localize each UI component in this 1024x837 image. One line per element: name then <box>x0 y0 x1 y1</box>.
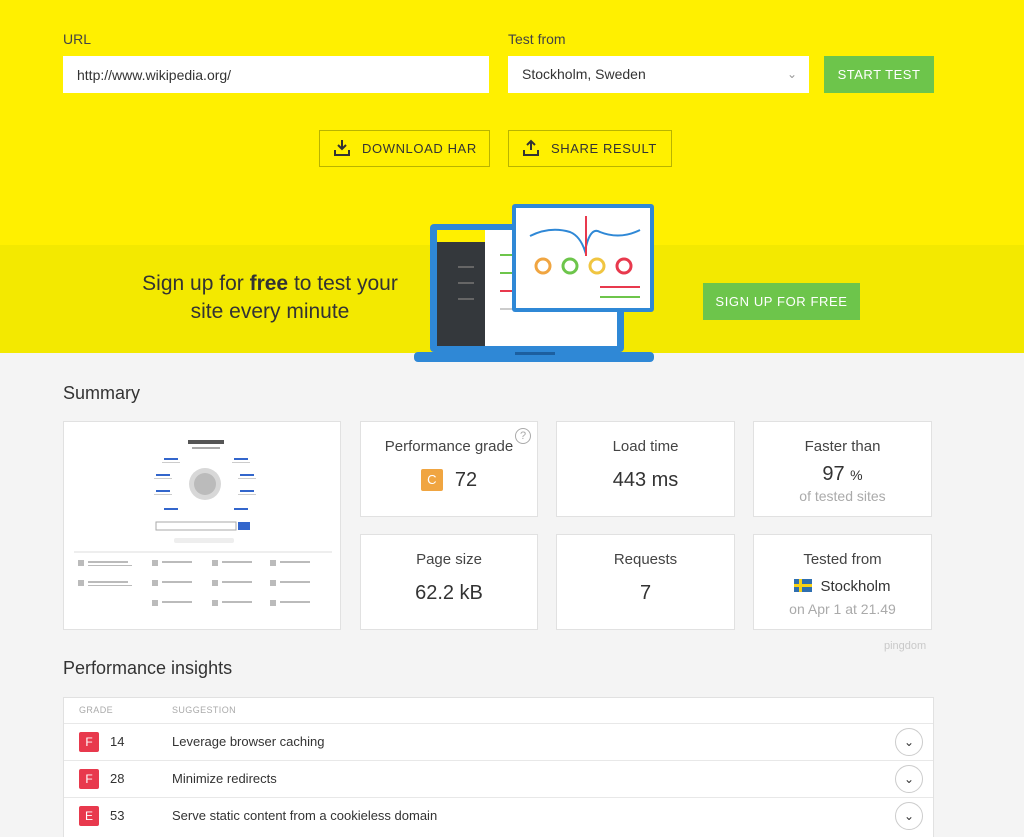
grade-badge: F <box>79 732 99 752</box>
row-suggestion: Leverage browser caching <box>172 734 325 749</box>
page-size-card: Page size 62.2 kB <box>360 534 538 630</box>
chevron-down-icon[interactable]: ⌄ <box>895 728 923 756</box>
chevron-down-icon[interactable]: ⌄ <box>895 802 923 830</box>
faster-than-card: Faster than 97 % of tested sites <box>753 421 932 517</box>
page-size-label: Page size <box>416 551 482 568</box>
faster-than-unit: % <box>850 467 863 483</box>
tested-from-date: on Apr 1 at 21.49 <box>789 601 896 617</box>
table-row[interactable]: E 53 Serve static content from a cookiel… <box>64 797 933 834</box>
row-score: 53 <box>110 808 125 823</box>
tested-from-city: Stockholm <box>820 578 891 595</box>
chevron-down-icon[interactable]: ⌄ <box>895 765 923 793</box>
row-suggestion: Minimize redirects <box>172 771 277 786</box>
load-time-value: 443 ms <box>612 469 679 491</box>
load-time-label: Load time <box>612 438 679 455</box>
signup-text: Sign up for free to test your site every… <box>142 272 398 323</box>
page-screenshot-thumbnail[interactable] <box>63 421 341 630</box>
grade-badge: C <box>420 469 443 491</box>
download-har-button[interactable]: DOWNLOAD HAR <box>319 130 490 167</box>
insights-table: GRADE SUGGESTION F 14 Leverage browser c… <box>63 697 934 837</box>
sweden-flag-icon <box>794 579 813 592</box>
faster-than-value: 97 <box>822 463 845 485</box>
requests-label: Requests <box>613 551 678 568</box>
performance-score: 72 <box>454 469 478 491</box>
share-result-button[interactable]: SHARE RESULT <box>508 130 672 167</box>
row-score: 28 <box>110 771 125 786</box>
row-score: 14 <box>110 734 125 749</box>
wikipedia-screenshot-image <box>74 440 332 606</box>
location-value: Stockholm, Sweden <box>522 66 646 82</box>
start-test-button[interactable]: START TEST <box>824 56 934 93</box>
signup-button[interactable]: SIGN UP FOR FREE <box>703 283 860 320</box>
tested-from-label: Tested from <box>803 551 882 568</box>
requests-value: 7 <box>639 582 652 604</box>
grade-badge: E <box>79 806 99 826</box>
summary-title: Summary <box>63 383 141 403</box>
grade-badge: F <box>79 769 99 789</box>
table-row[interactable]: F 14 Leverage browser caching ⌄ <box>64 723 933 760</box>
url-label: URL <box>63 31 92 47</box>
tested-from-card: Tested from Stockholm on Apr 1 at 21.49 <box>753 534 932 630</box>
row-suggestion: Serve static content from a cookieless d… <box>172 808 438 823</box>
chevron-down-icon: ⌄ <box>786 67 797 81</box>
location-select[interactable]: Stockholm, Sweden ⌄ <box>508 56 809 93</box>
help-icon[interactable]: ? <box>515 428 531 444</box>
requests-card: Requests 7 <box>556 534 735 630</box>
faster-than-subtext: of tested sites <box>799 488 886 504</box>
suggestion-column-header: SUGGESTION <box>172 705 237 715</box>
performance-grade-card: Performance grade ? C 72 <box>360 421 538 517</box>
share-icon <box>523 139 539 156</box>
url-input[interactable] <box>63 56 489 93</box>
download-icon <box>334 140 350 156</box>
grade-column-header: GRADE <box>79 705 114 715</box>
table-row[interactable]: F 28 Minimize redirects ⌄ <box>64 760 933 797</box>
performance-grade-label: Performance grade <box>384 438 514 455</box>
faster-than-label: Faster than <box>804 438 881 455</box>
page-size-value: 62.2 kB <box>415 582 483 604</box>
laptop-illustration <box>414 204 654 362</box>
load-time-card: Load time 443 ms <box>556 421 735 517</box>
test-from-label: Test from <box>508 31 566 47</box>
download-har-label: DOWNLOAD HAR <box>362 141 477 156</box>
pingdom-logo: pingdom <box>884 640 927 652</box>
share-result-label: SHARE RESULT <box>551 141 657 156</box>
performance-insights-title: Performance insights <box>63 658 233 678</box>
